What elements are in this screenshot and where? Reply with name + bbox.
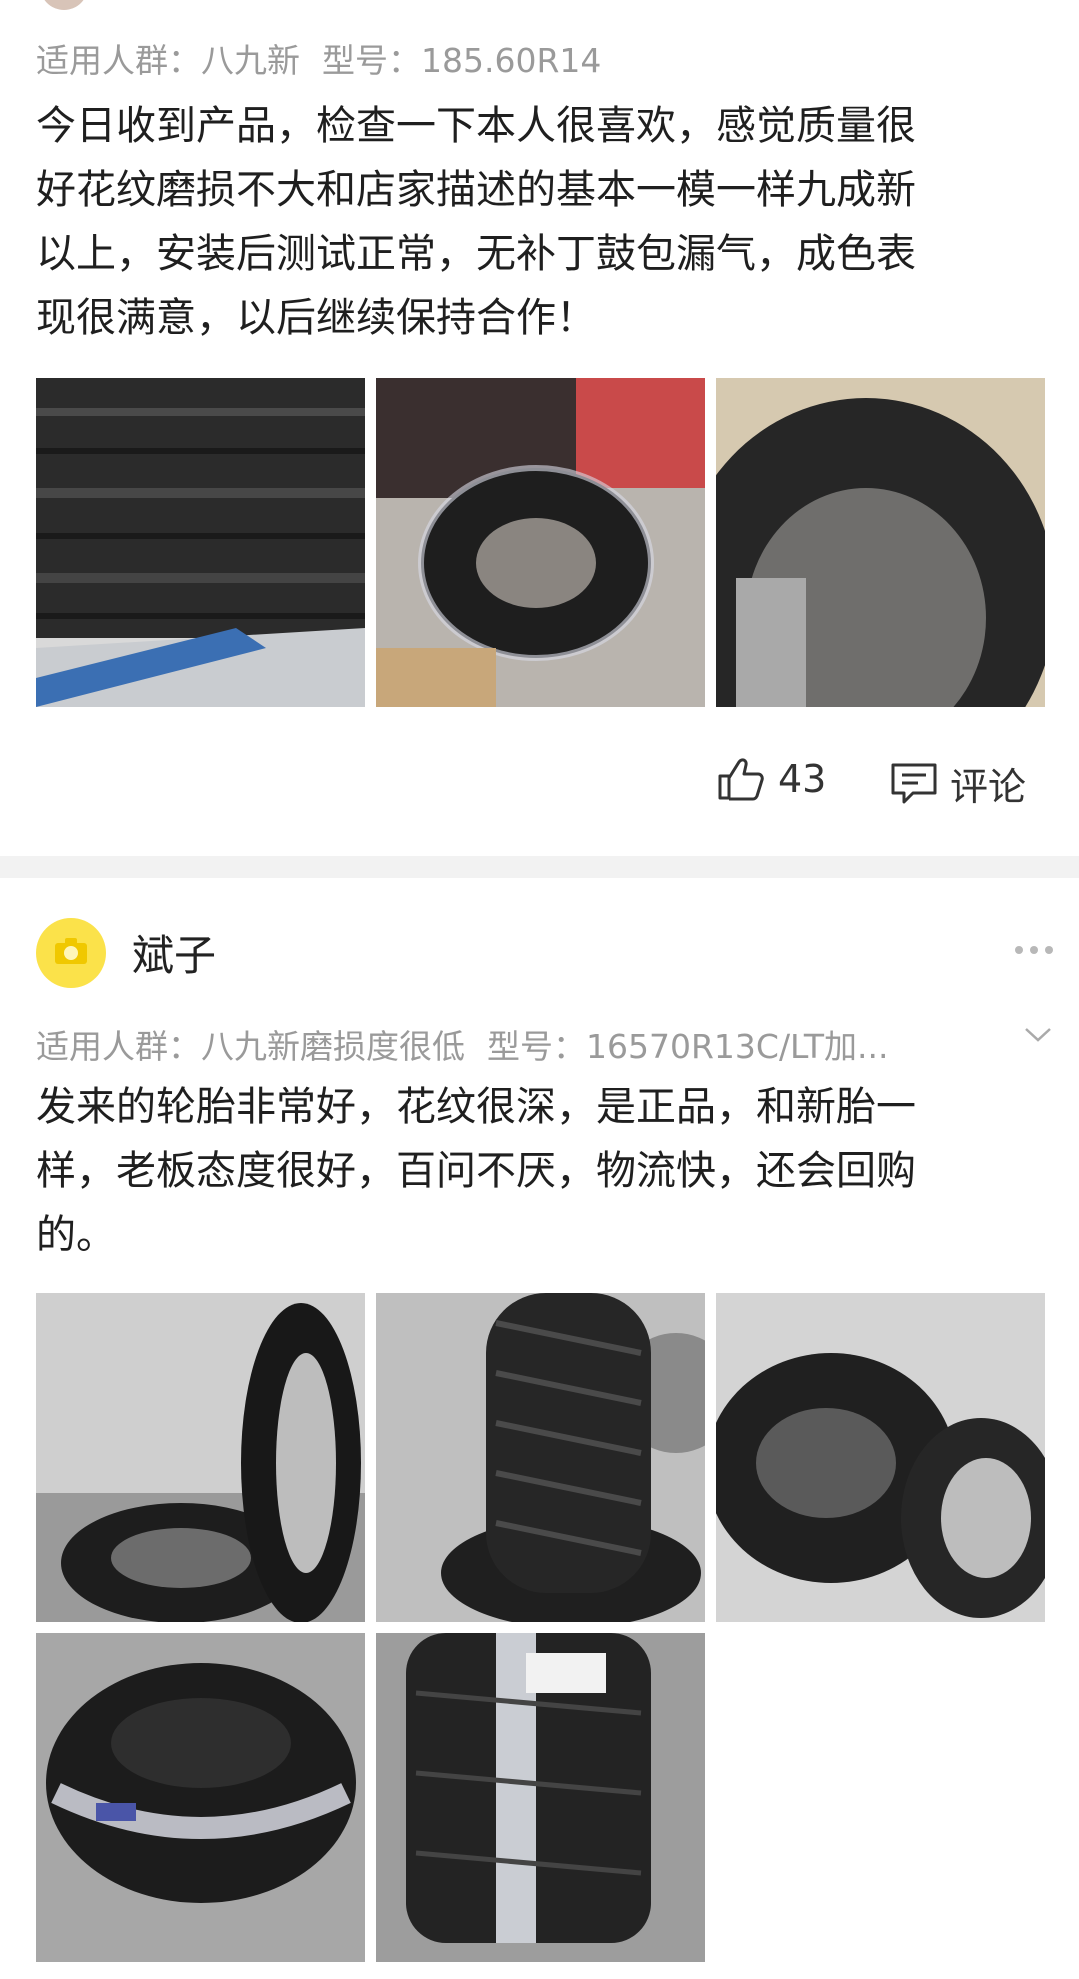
review-photo-tire-wrapped[interactable] — [376, 378, 705, 707]
review-photo-tires-leaning[interactable] — [36, 1293, 365, 1622]
like-button[interactable]: 43 — [716, 756, 826, 802]
section-divider — [0, 856, 1079, 878]
comment-button[interactable]: 评论 — [888, 756, 1026, 811]
spec-model: 型号：185.60R14 — [322, 41, 602, 80]
more-options-icon[interactable] — [1015, 946, 1053, 954]
camera-icon — [54, 937, 88, 969]
review-text-line: 的。 — [36, 1212, 116, 1258]
review-photo-tire-standing[interactable] — [376, 1293, 705, 1622]
review-text-line: 发来的轮胎非常好，花纹很深，是正品，和新胎一 — [36, 1084, 916, 1130]
previous-avatar — [40, 0, 88, 10]
like-count: 43 — [778, 757, 827, 801]
review-text-line: 好花纹磨损不大和店家描述的基本一模一样九成新 — [36, 167, 916, 213]
chevron-down-icon[interactable] — [1023, 1024, 1053, 1048]
review-text-line: 现很满意，以后继续保持合作！ — [36, 295, 596, 341]
comment-label: 评论 — [950, 765, 1027, 809]
spec-model: 型号：16570R13C/LT加... — [487, 1027, 889, 1066]
avatar[interactable] — [36, 918, 106, 988]
username[interactable]: 斌子 — [132, 922, 216, 983]
review-text-line: 今日收到产品，检查一下本人很喜欢，感觉质量很 — [36, 103, 916, 149]
review-photo-tire-wrapped-lying[interactable] — [36, 1633, 365, 1962]
spec-crowd: 适用人群：八九新 — [36, 41, 300, 80]
review-text-line: 样，老板态度很好，百问不厌，物流快，还会回购 — [36, 1148, 916, 1194]
spec-line: 适用人群：八九新 型号：185.60R14 — [36, 34, 601, 82]
review-photo-tire-tread[interactable] — [36, 378, 365, 707]
review-photo-tire-wrapped-standing[interactable] — [376, 1633, 705, 1962]
review-photo-tire-sidewall[interactable] — [716, 378, 1045, 707]
thumbs-up-icon — [716, 756, 766, 802]
spec-line: 适用人群：八九新磨损度很低 型号：16570R13C/LT加... — [36, 1020, 889, 1068]
review-text: 发来的轮胎非常好，花纹很深，是正品，和新胎一 样，老板态度很好，百问不厌，物流快… — [36, 1075, 1046, 1267]
review-photo-two-tires[interactable] — [716, 1293, 1045, 1622]
spec-crowd: 适用人群：八九新磨损度很低 — [36, 1027, 465, 1066]
review-text: 今日收到产品，检查一下本人很喜欢，感觉质量很 好花纹磨损不大和店家描述的基本一模… — [36, 94, 1046, 350]
review-text-line: 以上，安装后测试正常，无补丁鼓包漏气，成色表 — [36, 231, 916, 277]
comment-icon — [888, 760, 940, 808]
